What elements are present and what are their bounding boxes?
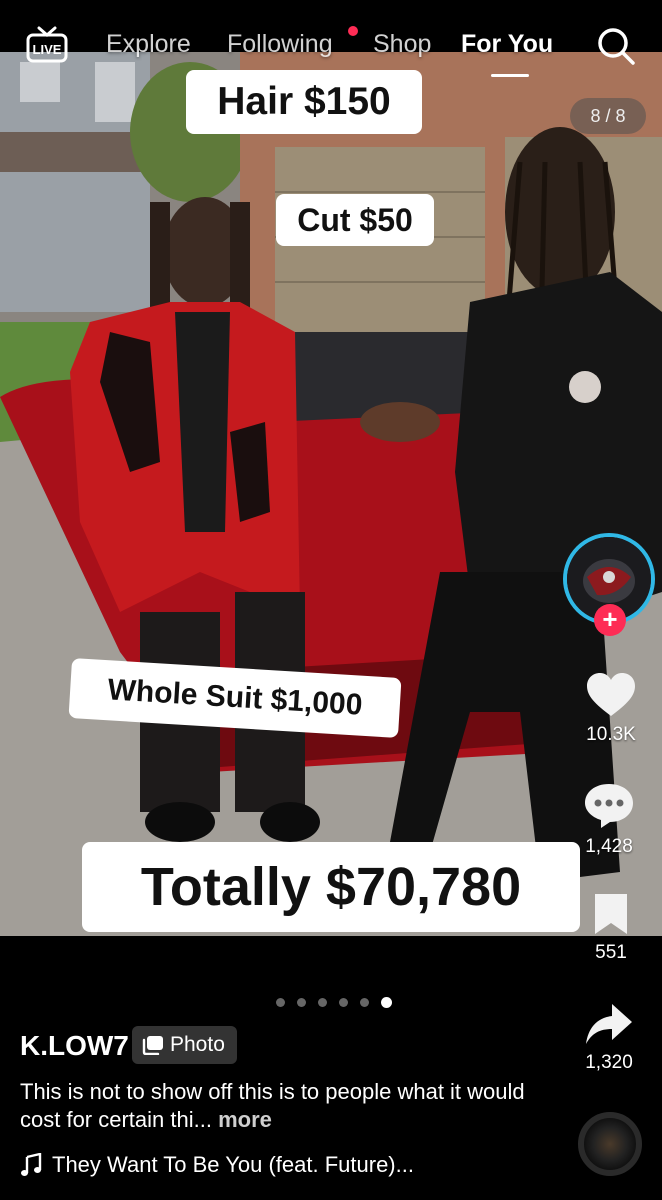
like-button[interactable]: 10.3K [566, 672, 656, 746]
slide-counter: 8 / 8 [570, 98, 646, 134]
post-photo[interactable]: Hair $150 Cut $50 Whole Suit $1,000 Tota… [0, 52, 662, 936]
active-tab-indicator [491, 74, 529, 77]
tab-for-you[interactable]: For You [461, 30, 553, 59]
slide-pagination [276, 996, 392, 1008]
slide-dot[interactable] [276, 997, 285, 1007]
share-icon [586, 1004, 632, 1044]
music-track[interactable]: They Want To Be You (feat. Future)... [20, 1152, 490, 1178]
photo-icon [142, 1036, 163, 1055]
slide-dot[interactable] [318, 997, 327, 1007]
live-icon[interactable]: LIVE [26, 26, 68, 64]
photo-badge: Photo [132, 1026, 237, 1064]
share-button[interactable]: 1,320 [564, 1002, 654, 1074]
follow-button[interactable]: + [594, 604, 626, 636]
live-label: LIVE [33, 42, 62, 57]
photo-scene [0, 52, 662, 936]
total-price-label: Totally $70,780 [82, 842, 580, 932]
author-username[interactable]: K.LOW7 [20, 1030, 129, 1062]
caption-text: This is not to show off this is to peopl… [20, 1079, 525, 1132]
slide-dot-active[interactable] [381, 996, 392, 1008]
tab-following[interactable]: Following [227, 30, 333, 59]
slide-dot[interactable] [339, 997, 348, 1007]
music-disc[interactable] [578, 1112, 642, 1176]
heart-icon [587, 673, 635, 716]
search-icon[interactable] [596, 26, 636, 66]
comment-icon [585, 784, 633, 828]
bookmark-icon [595, 894, 627, 934]
top-navigation: LIVE Explore Following Shop For You [0, 0, 662, 90]
comment-button[interactable]: 1,428 [564, 782, 654, 858]
tab-shop[interactable]: Shop [373, 30, 431, 59]
photo-badge-label: Photo [170, 1033, 225, 1056]
comment-count: 1,428 [585, 836, 633, 857]
post-caption[interactable]: This is not to show off this is to peopl… [20, 1078, 560, 1134]
slide-dot[interactable] [360, 997, 369, 1007]
cut-price-label: Cut $50 [276, 194, 434, 246]
music-title: They Want To Be You (feat. Future)... [52, 1152, 414, 1177]
tab-explore[interactable]: Explore [106, 30, 191, 59]
caption-more-link[interactable]: more [218, 1107, 272, 1132]
following-notification-dot [348, 26, 358, 36]
share-count: 1,320 [585, 1052, 633, 1073]
music-note-icon [21, 1153, 42, 1176]
bookmark-button[interactable]: 551 [566, 892, 656, 964]
bookmark-count: 551 [595, 942, 627, 963]
slide-dot[interactable] [297, 997, 306, 1007]
like-count: 10.3K [586, 724, 636, 745]
